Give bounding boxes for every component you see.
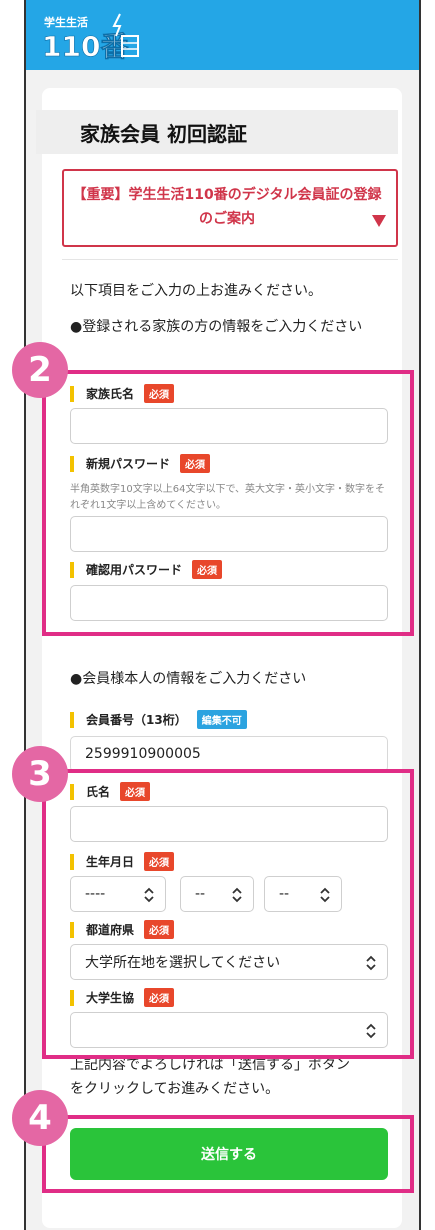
highlight-box-2 (42, 370, 414, 636)
member-heading: ●会員様本人の情報をご入力ください (70, 671, 307, 687)
highlight-box-4 (42, 1115, 414, 1193)
divider (62, 259, 398, 260)
member-number-field: 2599910900005 (70, 736, 388, 772)
highlight-box-3 (42, 769, 414, 1059)
step-badge-3: 3 (12, 746, 68, 802)
step-badge-4: 4 (12, 1090, 68, 1146)
svg-text:学生生活: 学生生活 (44, 15, 88, 29)
member-number-label: 会員番号（13桁） 編集不可 (70, 710, 247, 729)
triangle-down-icon (372, 215, 386, 227)
intro-text: 以下項目をご入力の上お進みください。 (70, 283, 322, 299)
page-title: 家族会員 初回認証 (80, 122, 247, 146)
app-header: 学生生活 110番 (26, 0, 419, 70)
confirm-text-line2: をクリックしてお進みください。 (70, 1081, 280, 1097)
notice-text: 【重要】学生生活110番のデジタル会員証の登録のご案内 (72, 187, 382, 227)
step-badge-2: 2 (12, 342, 68, 398)
label-bar (70, 711, 74, 728)
notice-accordion[interactable]: 【重要】学生生活110番のデジタル会員証の登録のご案内 (62, 169, 398, 247)
not-editable-badge: 編集不可 (196, 710, 247, 729)
logo-icon: 学生生活 110番 (42, 13, 139, 60)
family-heading: ●登録される家族の方の情報をご入力ください (70, 319, 363, 335)
